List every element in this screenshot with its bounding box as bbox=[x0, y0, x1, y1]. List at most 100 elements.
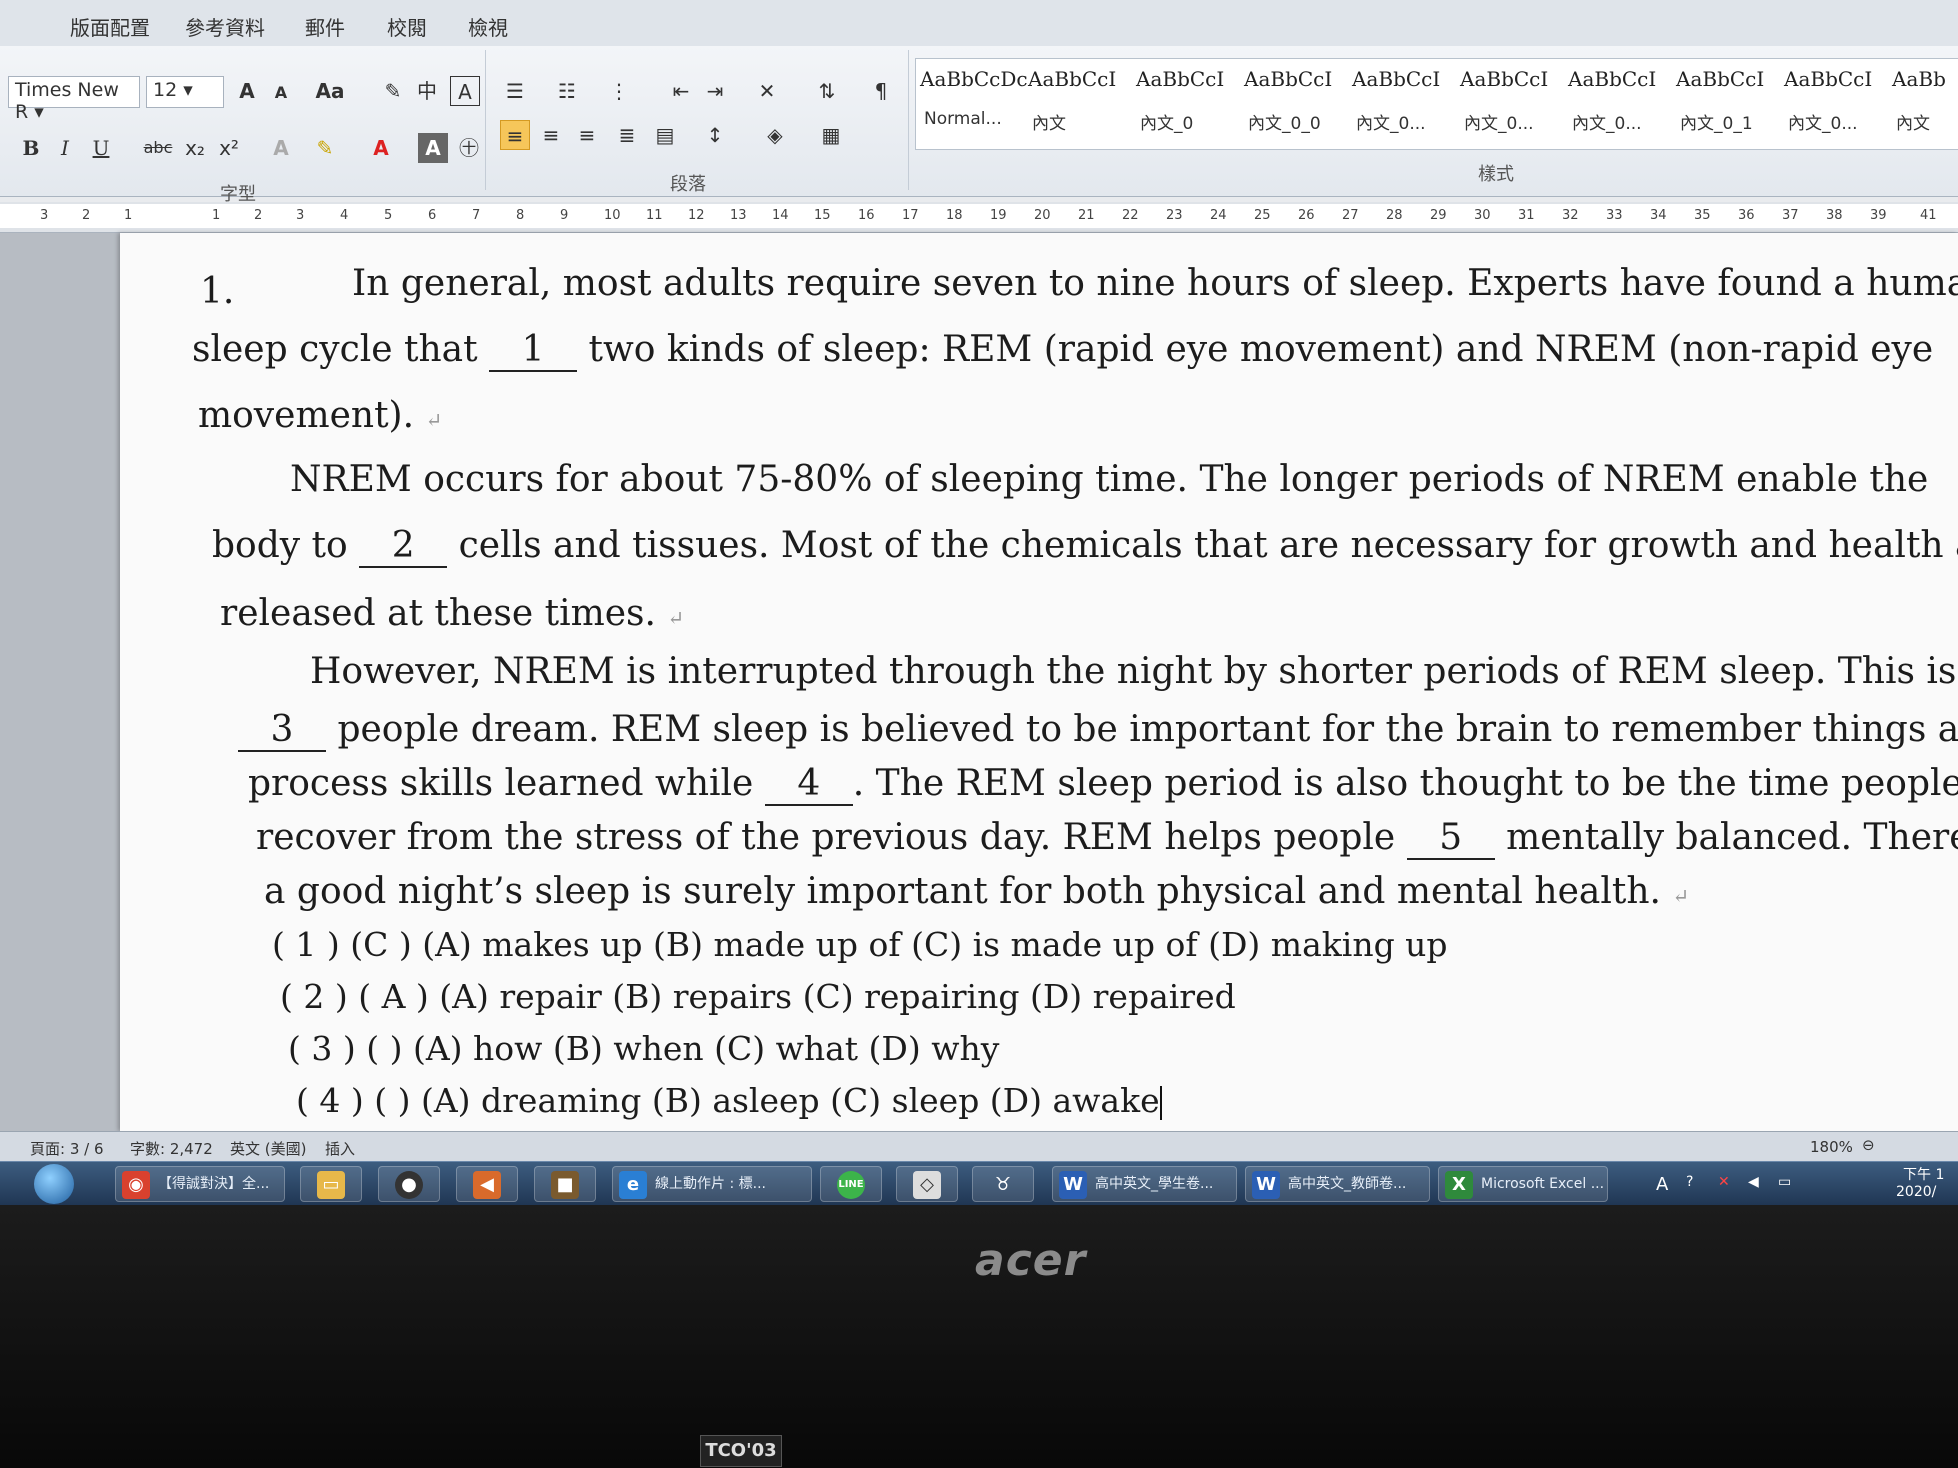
horizontal-ruler[interactable]: 3 2 1 1 2 3 4 5 6 7 8 9 10 11 12 13 14 1… bbox=[0, 202, 1958, 233]
passage-line: a good night’s sleep is surely important… bbox=[264, 871, 1689, 912]
screen: 版面配置 參考資料 郵件 校閱 檢視 Times New R ▾ 12 ▾ A … bbox=[0, 0, 1958, 1205]
ruler-number: 15 bbox=[814, 208, 831, 223]
ruler-number: 12 bbox=[688, 208, 705, 223]
document-area: 1. In general, most adults require seven… bbox=[0, 233, 1958, 1131]
style-tile[interactable]: AaBbCcI 內文_0... bbox=[1456, 59, 1564, 149]
shrink-font-button[interactable]: A bbox=[266, 78, 296, 108]
decrease-indent-icon[interactable]: ⇤ bbox=[666, 76, 696, 106]
page-count[interactable]: 頁面: 3 / 6 bbox=[30, 1138, 104, 1159]
taskbar-minecraft[interactable]: ■ bbox=[534, 1166, 596, 1202]
multilevel-list-icon[interactable]: ⋮ bbox=[604, 76, 634, 106]
highlight-icon[interactable]: ✎ bbox=[310, 133, 340, 163]
zoom-out-icon[interactable]: ⊖ bbox=[1862, 1136, 1875, 1154]
font-name-box[interactable]: Times New R ▾ bbox=[8, 76, 140, 123]
ruler-number: 38 bbox=[1826, 208, 1843, 223]
blank-1: 1 bbox=[489, 329, 578, 372]
italic-button[interactable]: I bbox=[50, 133, 80, 163]
phonetic-guide-button[interactable]: 中 bbox=[412, 76, 442, 106]
style-tile[interactable]: AaBbCcI 內文 bbox=[1024, 59, 1132, 149]
volume-icon[interactable]: ◀ bbox=[1748, 1174, 1759, 1190]
clock-date[interactable]: 2020/ bbox=[1896, 1184, 1936, 1200]
taskbar-label: 線上動作片 : 標... bbox=[655, 1176, 766, 1192]
ime-indicator[interactable]: A bbox=[1656, 1174, 1668, 1195]
style-tile[interactable]: AaBbCcI 內文_0... bbox=[1564, 59, 1672, 149]
help-icon[interactable]: ? bbox=[1686, 1174, 1693, 1190]
taskbar-word-teacher[interactable]: W 高中英文_教師卷... bbox=[1245, 1166, 1430, 1202]
style-sample: AaBb bbox=[1892, 67, 1946, 91]
subscript-button[interactable]: x₂ bbox=[180, 133, 210, 163]
ruler-number: 27 bbox=[1342, 208, 1359, 223]
document-page[interactable]: 1. In general, most adults require seven… bbox=[120, 233, 1958, 1131]
show-marks-icon[interactable]: ¶ bbox=[866, 76, 896, 106]
align-center-icon[interactable]: ≡ bbox=[536, 120, 566, 150]
taskbar-app[interactable]: ♉ bbox=[972, 1166, 1034, 1202]
tab-mailings[interactable]: 郵件 bbox=[305, 12, 345, 41]
insert-mode[interactable]: 插入 bbox=[325, 1138, 355, 1159]
bold-button[interactable]: B bbox=[16, 133, 46, 163]
align-right-icon[interactable]: ≡ bbox=[572, 120, 602, 150]
strikethrough-button[interactable]: abc bbox=[138, 133, 178, 163]
taskbar-app[interactable]: ● bbox=[378, 1166, 440, 1202]
taskbar-chrome[interactable]: ◉ 【得誠對決】全... bbox=[115, 1166, 285, 1202]
style-tile[interactable]: AaBbCcI 內文_0... bbox=[1348, 59, 1456, 149]
tco-badge: TCO'03 bbox=[700, 1435, 782, 1467]
taskbar-excel[interactable]: X Microsoft Excel ... bbox=[1438, 1166, 1608, 1202]
passage-text: two kinds of sleep: REM (rapid eye movem… bbox=[588, 329, 1934, 370]
language-indicator[interactable]: 英文 (美國) bbox=[230, 1138, 306, 1159]
align-left-icon[interactable]: ≡ bbox=[500, 120, 530, 150]
clock-time[interactable]: 下午 1 bbox=[1903, 1164, 1944, 1184]
superscript-button[interactable]: x² bbox=[214, 133, 244, 163]
style-tile[interactable]: AaBb 內文 bbox=[1888, 59, 1958, 149]
numbering-icon[interactable]: ☷ bbox=[552, 76, 582, 106]
style-tile[interactable]: AaBbCcI 內文_0_1 bbox=[1672, 59, 1780, 149]
taskbar-ie[interactable]: e 線上動作片 : 標... bbox=[612, 1166, 812, 1202]
ruler-number: 28 bbox=[1386, 208, 1403, 223]
grow-font-button[interactable]: A bbox=[232, 76, 262, 106]
taskbar-line[interactable]: LINE bbox=[820, 1166, 882, 1202]
style-tile[interactable]: AaBbCcI 內文_0_0 bbox=[1240, 59, 1348, 149]
font-size-box[interactable]: 12 ▾ bbox=[146, 76, 224, 108]
text-effects-icon[interactable]: A bbox=[266, 133, 296, 163]
passage-line: sleep cycle that 1 two kinds of sleep: R… bbox=[192, 329, 1933, 372]
ruler-number: 24 bbox=[1210, 208, 1227, 223]
change-case-button[interactable]: Aa bbox=[315, 76, 345, 106]
tab-review[interactable]: 校閱 bbox=[387, 12, 427, 41]
font-color-icon[interactable]: A bbox=[366, 133, 396, 163]
increase-indent-icon[interactable]: ⇥ bbox=[700, 76, 730, 106]
tab-references[interactable]: 參考資料 bbox=[185, 12, 265, 41]
antivirus-icon[interactable]: ✕ bbox=[1718, 1174, 1730, 1190]
tab-view[interactable]: 檢視 bbox=[468, 12, 508, 41]
bullets-icon[interactable]: ☰ bbox=[500, 76, 530, 106]
zoom-level[interactable]: 180% bbox=[1810, 1138, 1853, 1156]
question-option-line: ( 3 ) ( ) (A) how (B) when (C) what (D) … bbox=[288, 1029, 1000, 1068]
start-button[interactable] bbox=[34, 1164, 74, 1204]
passage-text: people dream. REM sleep is believed to b… bbox=[337, 709, 1958, 750]
distributed-icon[interactable]: ▤ bbox=[650, 120, 680, 150]
style-sample: AaBbCcI bbox=[1028, 67, 1117, 91]
taskbar-media[interactable]: ◀ bbox=[456, 1166, 518, 1202]
clear-format-icon[interactable]: ✎ bbox=[378, 76, 408, 106]
enclose-characters-icon[interactable]: ㊉ bbox=[454, 133, 484, 163]
shading-icon[interactable]: ◈ bbox=[760, 120, 790, 150]
style-tile[interactable]: AaBbCcI 內文_0... bbox=[1780, 59, 1888, 149]
underline-button[interactable]: U bbox=[86, 133, 116, 163]
taskbar-explorer[interactable]: ▭ bbox=[300, 1166, 362, 1202]
style-tile[interactable]: AaBbCcDc Normal... bbox=[916, 59, 1028, 149]
character-border-button[interactable]: A bbox=[450, 76, 480, 106]
taskbar-word-student[interactable]: W 高中英文_學生卷... bbox=[1052, 1166, 1237, 1202]
status-bar: 頁面: 3 / 6 字數: 2,472 英文 (美國) 插入 180% ⊖ bbox=[0, 1131, 1958, 1162]
network-icon[interactable]: ▭ bbox=[1778, 1174, 1791, 1190]
borders-icon[interactable]: ▦ bbox=[816, 120, 846, 150]
tab-page-layout[interactable]: 版面配置 bbox=[70, 12, 150, 41]
style-tile[interactable]: AaBbCcI 內文_0 bbox=[1132, 59, 1240, 149]
ruler-number: 4 bbox=[340, 208, 349, 223]
taskbar-app[interactable]: ◇ bbox=[896, 1166, 958, 1202]
line-spacing-icon[interactable]: ↕ bbox=[700, 120, 730, 150]
justify-icon[interactable]: ≣ bbox=[612, 120, 642, 150]
passage-line: process skills learned while 4. The REM … bbox=[248, 763, 1958, 806]
ruler-number: 34 bbox=[1650, 208, 1667, 223]
asian-layout-icon[interactable]: ✕ bbox=[752, 76, 782, 106]
sort-icon[interactable]: ⇅ bbox=[812, 76, 842, 106]
character-shading-icon[interactable]: A bbox=[418, 133, 448, 163]
word-count[interactable]: 字數: 2,472 bbox=[130, 1138, 213, 1159]
